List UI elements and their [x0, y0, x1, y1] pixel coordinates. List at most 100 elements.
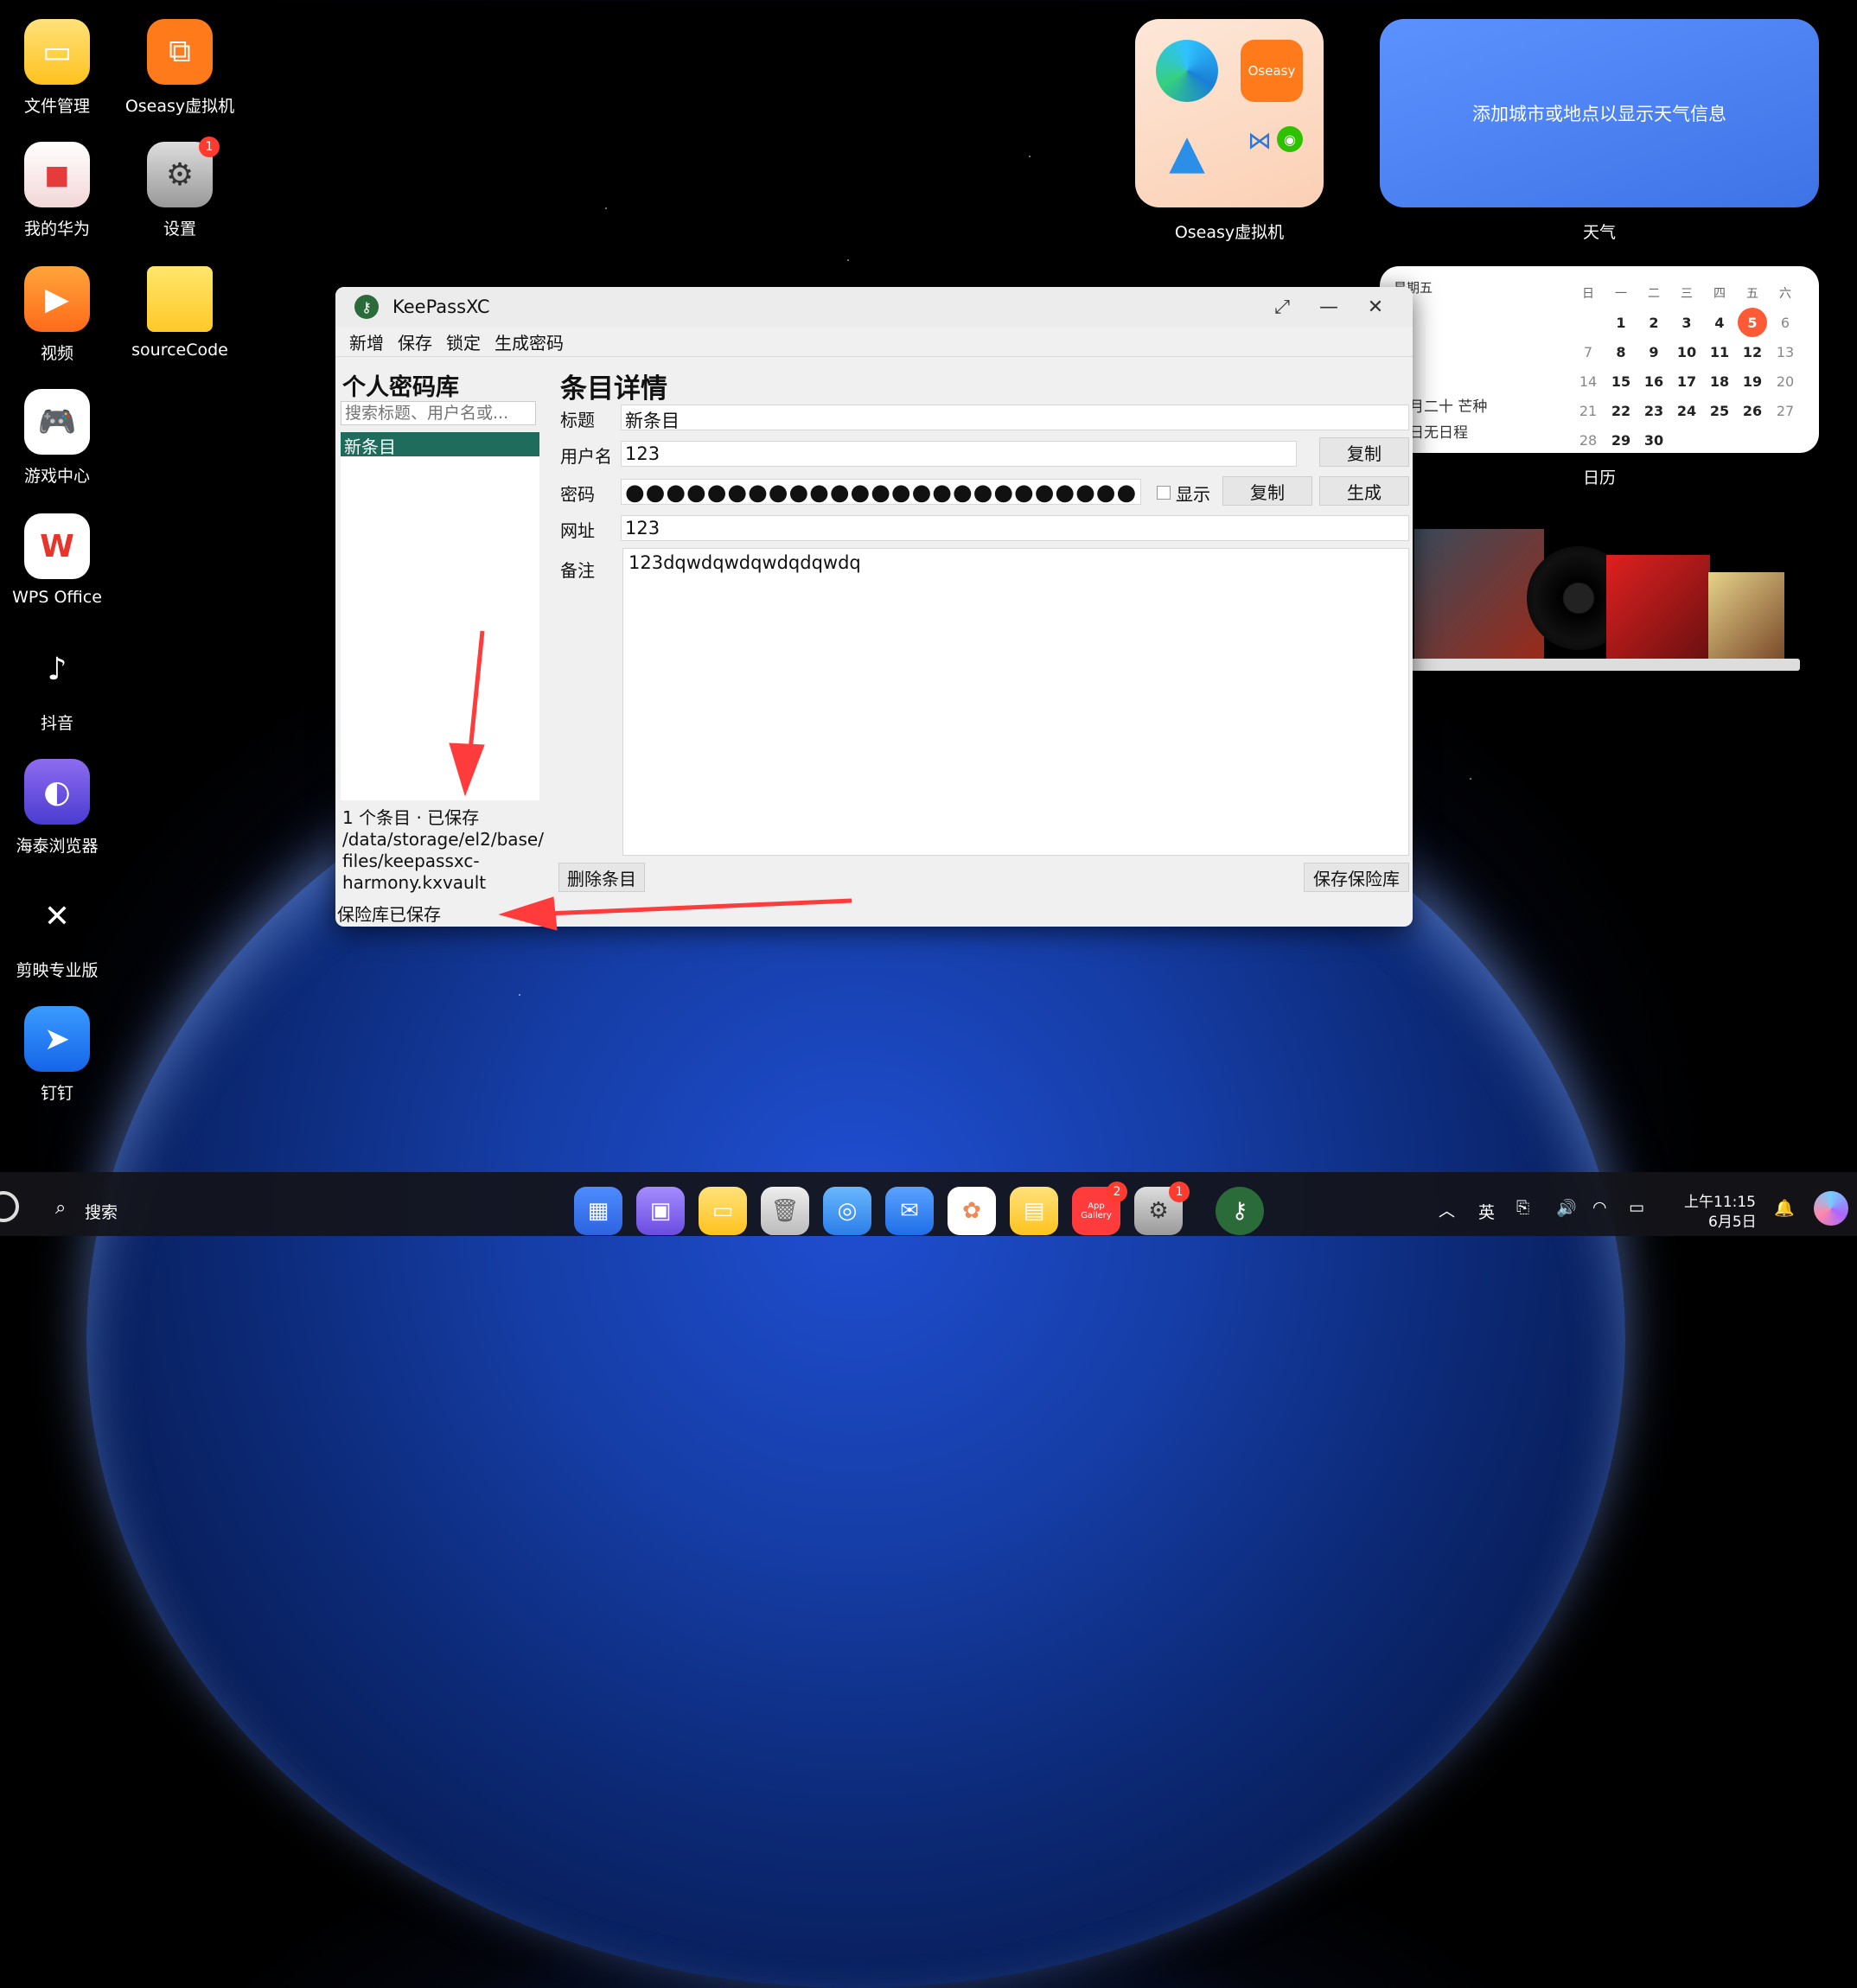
- calendar-day[interactable]: 22: [1606, 396, 1636, 425]
- chevron-up-icon[interactable]: ︿: [1439, 1198, 1455, 1221]
- calendar-day[interactable]: 8: [1606, 337, 1636, 366]
- copy-password-button[interactable]: 复制: [1222, 476, 1312, 506]
- desktop-icon-oseasy[interactable]: ⧉ Oseasy虚拟机: [119, 19, 240, 117]
- calendar-day[interactable]: 30: [1639, 425, 1669, 455]
- notification-bell-icon[interactable]: 🔔: [1774, 1198, 1795, 1218]
- vault-status-info: 1 个条目 · 已保存 /data/storage/el2/base/ file…: [342, 807, 544, 893]
- calendar-day[interactable]: 17: [1672, 366, 1701, 396]
- calendar-day[interactable]: 20: [1771, 366, 1800, 396]
- volume-icon[interactable]: 🔊: [1556, 1198, 1577, 1218]
- clock-date[interactable]: 6月5日: [1708, 1209, 1757, 1231]
- search-input[interactable]: [341, 401, 536, 425]
- assistant-icon[interactable]: [1814, 1191, 1848, 1226]
- username-label: 用户名: [560, 446, 612, 467]
- password-field[interactable]: ●●●●●●●●●●●●●●●●●●●●●●●●●: [621, 479, 1141, 505]
- folder-icon: [147, 266, 213, 332]
- calendar-day[interactable]: 2: [1639, 308, 1669, 337]
- app-launcher-icon[interactable]: ▦: [574, 1187, 622, 1235]
- calendar-day[interactable]: 6: [1771, 308, 1800, 337]
- calendar-day[interactable]: 10: [1672, 337, 1701, 366]
- desktop-icon-my-huawei[interactable]: ◼ 我的华为: [0, 142, 118, 239]
- settings-gear-icon[interactable]: ⚙ 1: [1134, 1182, 1190, 1235]
- clock-time[interactable]: 上午11:15: [1684, 1189, 1756, 1211]
- calendar-day[interactable]: 11: [1705, 337, 1734, 366]
- desktop-icon-video[interactable]: ▶ 视频: [0, 266, 118, 364]
- desktop-icon-dingtalk[interactable]: ➤ 钉钉: [0, 1006, 118, 1104]
- calendar-day[interactable]: 4: [1705, 308, 1734, 337]
- file-manager-icon[interactable]: ▭: [699, 1187, 747, 1235]
- calendar-day[interactable]: 1: [1606, 308, 1636, 337]
- desktop-icon-wps[interactable]: W WPS Office: [0, 513, 118, 607]
- menu-generate-password[interactable]: 生成密码: [495, 329, 564, 354]
- oseasy-folder-label: Oseasy虚拟机: [1174, 223, 1285, 242]
- mail-icon[interactable]: ✉: [885, 1187, 934, 1235]
- delete-entry-button[interactable]: 删除条目: [558, 863, 645, 892]
- desktop-icon-capcut[interactable]: ✕ 剪映专业版: [0, 883, 118, 981]
- app-gallery-badge: 2: [1107, 1182, 1127, 1202]
- calendar-day[interactable]: 12: [1738, 337, 1767, 366]
- oseasy-folder-widget[interactable]: Oseasy ▲ ⋈ ◉: [1135, 19, 1324, 207]
- notes-icon[interactable]: ▤: [1010, 1187, 1058, 1235]
- calendar-day[interactable]: 27: [1771, 396, 1800, 425]
- calendar-day[interactable]: 29: [1606, 425, 1636, 455]
- calendar-day[interactable]: 19: [1738, 366, 1767, 396]
- clipboard-icon[interactable]: ⎘: [1516, 1198, 1529, 1217]
- calendar-day[interactable]: 7: [1573, 337, 1603, 366]
- capcut-icon: ✕: [43, 898, 71, 934]
- title-bar[interactable]: ⚷ KeePassXC ⤢ — ✕: [335, 287, 1413, 327]
- browser-icon[interactable]: ◎: [823, 1187, 871, 1235]
- search-icon[interactable]: ⌕: [55, 1197, 66, 1219]
- wifi-icon[interactable]: ◠: [1592, 1198, 1607, 1217]
- menu-save[interactable]: 保存: [398, 329, 432, 354]
- maximize-icon[interactable]: ⤢: [1269, 294, 1295, 320]
- calendar-day[interactable]: 26: [1738, 396, 1767, 425]
- desktop-icon-game-center[interactable]: 🎮 游戏中心: [0, 389, 118, 487]
- keepass-taskbar-icon[interactable]: ⚷: [1216, 1187, 1264, 1235]
- music-widget[interactable]: [1411, 529, 1803, 676]
- multitask-icon[interactable]: ▣: [636, 1187, 685, 1235]
- ime-indicator[interactable]: 英: [1478, 1200, 1495, 1223]
- calendar-day[interactable]: 15: [1606, 366, 1636, 396]
- url-field[interactable]: 123: [621, 515, 1409, 541]
- trash-icon[interactable]: 🗑: [761, 1187, 809, 1235]
- calendar-day[interactable]: 18: [1705, 366, 1734, 396]
- username-field[interactable]: 123: [621, 441, 1297, 467]
- desktop-icon-settings[interactable]: ⚙ 1 设置: [119, 137, 240, 239]
- calendar-day[interactable]: 13: [1771, 337, 1800, 366]
- notes-field[interactable]: 123dqwdqwdqwdqdqwdq: [622, 548, 1409, 856]
- title-field[interactable]: 新条目: [621, 405, 1409, 431]
- weather-widget[interactable]: 添加城市或地点以显示天气信息: [1380, 19, 1819, 207]
- calendar-day[interactable]: 24: [1672, 396, 1701, 425]
- calendar-day[interactable]: 9: [1639, 337, 1669, 366]
- calendar-day[interactable]: 3: [1672, 308, 1701, 337]
- show-password-checkbox[interactable]: [1157, 486, 1171, 500]
- gamepad-icon: 🎮: [24, 389, 90, 455]
- copy-username-button[interactable]: 复制: [1319, 437, 1409, 467]
- gallery-icon[interactable]: ✿: [948, 1187, 996, 1235]
- generate-password-button[interactable]: 生成: [1319, 476, 1409, 506]
- calendar-day[interactable]: 21: [1573, 396, 1603, 425]
- calendar-widget[interactable]: 星期五 月二十 芒种 日无日程 日一二三四五六 1 2 3 4 5 6 7 8 9 10 11 12 13…: [1380, 266, 1819, 453]
- menu-add[interactable]: 新增: [349, 329, 384, 354]
- close-icon[interactable]: ✕: [1362, 294, 1388, 320]
- calendar-day[interactable]: 25: [1705, 396, 1734, 425]
- desktop-icon-sourcecode[interactable]: sourceCode: [119, 266, 240, 360]
- minimize-icon[interactable]: —: [1316, 294, 1342, 320]
- battery-icon[interactable]: ▭: [1629, 1198, 1644, 1217]
- calendar-day[interactable]: 23: [1639, 396, 1669, 425]
- menu-lock[interactable]: 锁定: [446, 329, 481, 354]
- desktop-icon-douyin[interactable]: ♪ 抖音: [0, 636, 118, 734]
- list-item[interactable]: 新条目: [341, 432, 539, 457]
- desktop-icon-haitai-browser[interactable]: ◐ 海泰浏览器: [0, 759, 118, 857]
- desktop-icon-file-manager[interactable]: ▭ 文件管理: [0, 19, 118, 117]
- calendar-day[interactable]: 14: [1573, 366, 1603, 396]
- taskbar-search-label[interactable]: 搜索: [85, 1200, 118, 1223]
- calendar-weekday-header: 一: [1615, 287, 1627, 301]
- album-cover: [1606, 555, 1710, 659]
- app-gallery-icon[interactable]: App Gallery 2: [1072, 1182, 1127, 1235]
- calendar-day[interactable]: 16: [1639, 366, 1669, 396]
- calendar-day[interactable]: 5: [1738, 308, 1767, 337]
- wps-icon: W: [24, 513, 90, 579]
- calendar-day[interactable]: 28: [1573, 425, 1603, 455]
- save-vault-button[interactable]: 保存保险库: [1304, 863, 1409, 892]
